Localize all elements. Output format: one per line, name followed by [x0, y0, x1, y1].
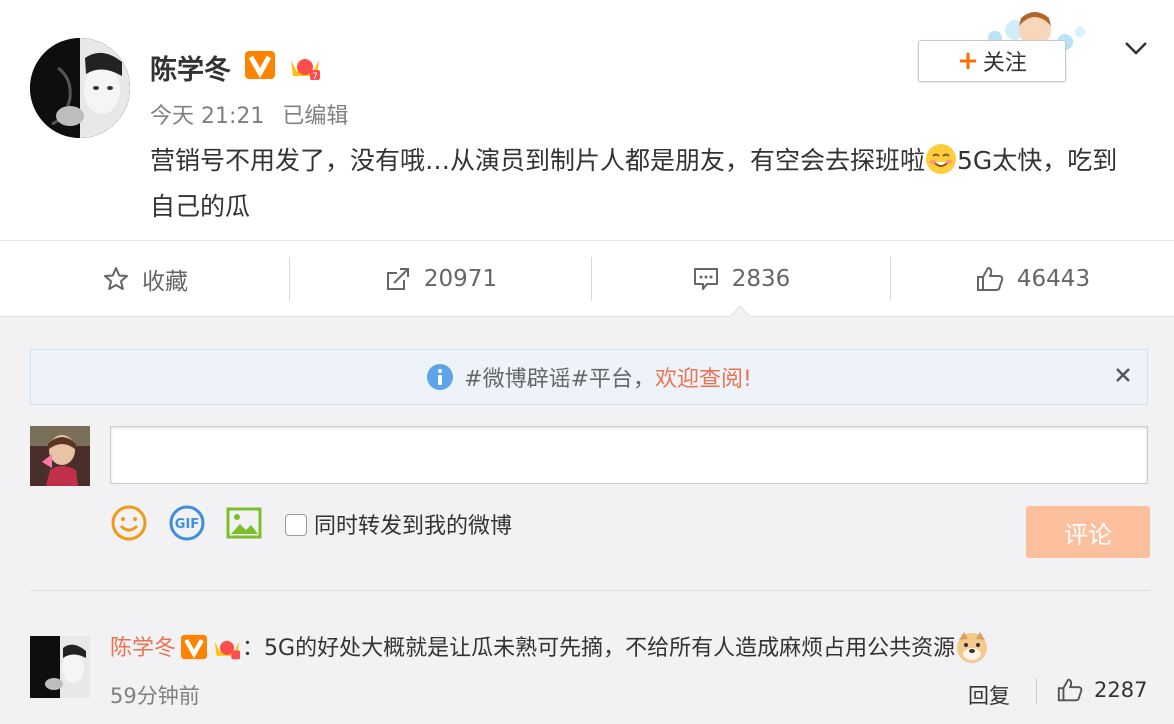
comment-icon — [693, 267, 718, 290]
plus-icon: + — [957, 46, 979, 76]
edited-label[interactable]: 已编辑 — [282, 104, 348, 129]
rumor-notice-bar: #微博辟谣#平台， 欢迎查阅! — [30, 349, 1148, 405]
comment-like-button[interactable]: 2287 — [1056, 676, 1147, 704]
crown-icon: 7 — [291, 58, 320, 82]
post-meta: 今天 21:21 已编辑 — [150, 98, 366, 130]
post-card: 陈学冬 7 今天 21:21 已编辑 营销号不用发了，没有哦…从演员到制片人都是朋… — [0, 0, 1174, 240]
author-avatar[interactable] — [30, 38, 130, 138]
comment-input[interactable] — [110, 426, 1148, 484]
like-button[interactable]: 46443 — [891, 241, 1174, 316]
comment-author-name[interactable]: 陈学冬 — [110, 636, 176, 661]
post-text-part1: 营销号不用发了，没有哦…从演员到制片人都是朋友，有空会去探班啦 — [150, 146, 926, 175]
svg-text:GIF: GIF — [175, 517, 199, 532]
reply-button[interactable]: 回复 — [968, 680, 1010, 710]
crown-icon — [214, 640, 241, 660]
like-count: 46443 — [1016, 265, 1091, 292]
thumbs-up-icon — [976, 266, 1004, 291]
comment-text: 5G的好处大概就是让瓜未熟可先摘，不给所有人造成麻烦占用公共资源 — [264, 636, 956, 661]
svg-text:7: 7 — [312, 72, 318, 82]
post-content: 营销号不用发了，没有哦…从演员到制片人都是朋友，有空会去探班啦 5G太快，吃到自己… — [150, 138, 1140, 230]
repost-checkbox-label[interactable]: 同时转发到我的微博 — [314, 508, 512, 540]
comment-action-divider — [1036, 678, 1037, 704]
favorite-label: 收藏 — [142, 268, 188, 295]
repost-checkbox[interactable] — [285, 514, 307, 536]
smile-emoji-icon — [926, 144, 957, 174]
comment-pointer-arrow — [730, 305, 750, 317]
repost-icon — [386, 267, 409, 290]
verified-v-badge-icon — [245, 51, 275, 79]
notice-link[interactable]: 欢迎查阅! — [655, 361, 752, 393]
emoji-picker-icon[interactable] — [110, 504, 148, 542]
author-name[interactable]: 陈学冬 — [150, 48, 231, 87]
repost-count: 20971 — [423, 265, 498, 292]
chevron-down-icon[interactable] — [1122, 36, 1150, 60]
comment-like-count: 2287 — [1094, 678, 1148, 702]
comment-count: 2836 — [731, 265, 791, 292]
comment-body: 陈学冬 ：5G的好处大概就是让瓜未熟可先摘，不给所有人造成麻烦占用公共资源 — [110, 630, 989, 664]
submit-comment-button[interactable]: 评论 — [1026, 506, 1150, 558]
follow-label: 关注 — [982, 51, 1027, 76]
verified-v-badge-icon — [181, 634, 208, 660]
notice-text[interactable]: #微博辟谣#平台， — [464, 361, 655, 393]
favorite-button[interactable]: 收藏 — [0, 241, 290, 316]
gif-icon[interactable]: GIF — [168, 504, 206, 542]
repost-button[interactable]: 20971 — [290, 241, 591, 316]
comment-colon: ： — [242, 636, 265, 661]
follow-button[interactable]: + 关注 — [918, 40, 1066, 82]
star-icon — [104, 266, 128, 290]
user-avatar[interactable] — [30, 426, 90, 486]
info-icon — [427, 364, 454, 390]
action-bar: 收藏 20971 2836 46443 — [0, 240, 1174, 317]
comment-author-avatar[interactable] — [30, 636, 90, 698]
doge-emoji-icon — [957, 632, 988, 663]
post-time[interactable]: 今天 21:21 — [150, 104, 264, 129]
comment-time: 59分钟前 — [110, 684, 200, 708]
image-upload-icon[interactable] — [225, 504, 263, 542]
section-divider — [30, 590, 1150, 591]
close-icon[interactable] — [1112, 364, 1134, 386]
thumbs-up-icon — [1057, 678, 1083, 702]
